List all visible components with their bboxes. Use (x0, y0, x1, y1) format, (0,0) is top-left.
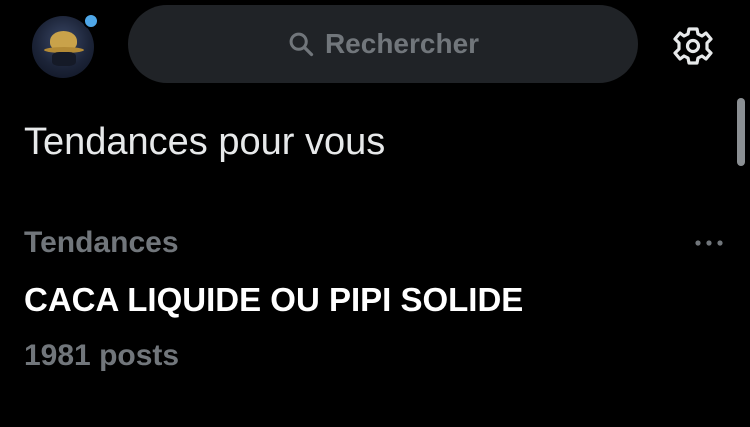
section-title: Tendances pour vous (24, 121, 386, 163)
avatar-face-shape (52, 52, 76, 66)
search-bar[interactable]: Rechercher (128, 5, 638, 83)
search-placeholder: Rechercher (324, 28, 480, 59)
trend-item[interactable]: Tendances CACA LIQUIDE OU PIPI SOLIDE 19… (0, 220, 750, 390)
scrollbar-thumb[interactable] (737, 98, 745, 166)
trend-category: Tendances (24, 226, 179, 259)
notification-dot (83, 13, 99, 29)
trend-name: CACA LIQUIDE OU PIPI SOLIDE (24, 281, 524, 318)
settings-gear-icon[interactable] (669, 22, 717, 70)
trend-post-count: 1981 posts (24, 339, 180, 372)
more-options-icon[interactable] (692, 236, 726, 250)
search-icon (287, 30, 315, 58)
top-bar: Rechercher (0, 0, 750, 90)
